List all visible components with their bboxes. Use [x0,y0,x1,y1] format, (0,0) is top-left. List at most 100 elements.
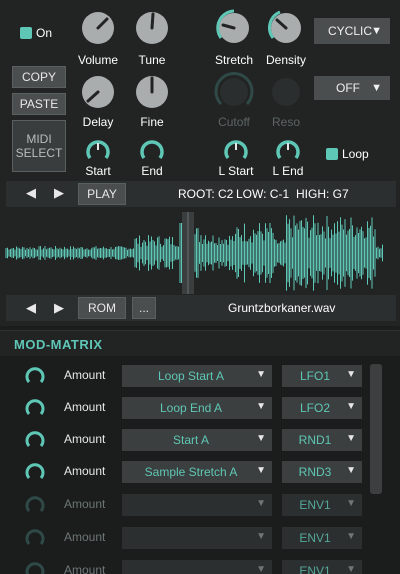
source-dropdown[interactable]: Loop End A ▼ [122,397,272,419]
filter-dropdown[interactable]: OFF ▼ [314,76,390,100]
start-knob[interactable] [84,136,112,164]
amount-knob[interactable] [24,560,46,574]
paste-button[interactable]: PASTE [12,93,66,115]
destination-value: LFO1 [299,369,330,383]
mod-matrix-row: Amount Start A ▼ RND1 ▼ [0,424,370,456]
stretch-knob[interactable] [214,8,254,48]
mode-value: CYCLIC [328,24,373,38]
mod-matrix-row: Amount ▼ ENV1 ▼ [0,522,370,554]
loop-label: Loop [342,147,369,161]
chevron-down-icon: ▼ [346,369,356,380]
amount-label: Amount [64,464,106,478]
density-knob[interactable] [266,8,306,48]
fine-knob[interactable] [134,74,170,110]
destination-value: ENV1 [299,498,331,512]
loop-checkbox[interactable] [326,148,338,160]
end-knob[interactable] [138,136,166,164]
density-label: Density [265,53,306,67]
cutoff-knob[interactable] [214,72,254,112]
scrollbar[interactable] [370,364,382,494]
mod-matrix-header: MOD-MATRIX [0,330,400,356]
end-label: End [141,164,163,178]
destination-dropdown[interactable]: RND3 ▼ [282,461,362,483]
chevron-down-icon: ▼ [256,433,266,444]
destination-dropdown[interactable]: RND1 ▼ [282,429,362,451]
reso-label: Reso [271,115,300,129]
source-dropdown[interactable]: ▼ [122,494,272,516]
destination-dropdown[interactable]: ENV1 ▼ [282,494,362,516]
source-dropdown[interactable]: ▼ [122,560,272,574]
power-label: On [36,26,53,40]
chevron-down-icon: ▼ [346,531,356,542]
destination-value: RND3 [298,465,332,479]
waveform-display[interactable] [4,212,396,294]
high-note: HIGH: G7 [296,187,349,201]
source-value: Loop End A [159,401,223,415]
prev-arrow-icon[interactable]: ◀ [26,185,36,201]
amount-label: Amount [64,497,106,511]
source-dropdown[interactable]: Loop Start A ▼ [122,365,272,387]
amount-knob[interactable] [24,397,46,419]
destination-dropdown[interactable]: ENV1 ▼ [282,560,362,574]
amount-label: Amount [64,432,106,446]
destination-dropdown[interactable]: ENV1 ▼ [282,527,362,549]
root-note: ROOT: C2 [178,187,234,201]
delay-knob[interactable] [80,74,116,110]
amount-knob[interactable] [24,429,46,451]
volume-knob[interactable] [80,10,116,46]
source-dropdown[interactable]: Start A ▼ [122,429,272,451]
mod-matrix-row: Amount Loop End A ▼ LFO2 ▼ [0,392,370,424]
chevron-down-icon: ▼ [371,82,382,94]
prev-file-icon[interactable]: ◀ [26,300,36,316]
fine-label: Fine [140,115,164,129]
source-value: Loop Start A [157,369,225,383]
destination-value: ENV1 [299,564,331,574]
rom-button[interactable]: ROM [78,297,126,319]
file-name: Gruntzborkaner.wav [228,301,336,315]
amount-knob[interactable] [24,365,46,387]
source-dropdown[interactable]: ▼ [122,527,272,549]
destination-value: LFO2 [299,401,330,415]
tune-label: Tune [138,53,166,67]
amount-knob[interactable] [24,527,46,549]
amount-label: Amount [64,563,106,574]
source-value: Sample Stretch A [144,465,238,479]
next-arrow-icon[interactable]: ▶ [54,185,64,201]
amount-label: Amount [64,400,106,414]
amount-knob[interactable] [24,461,46,483]
chevron-down-icon: ▼ [346,433,356,444]
chevron-down-icon: ▼ [346,564,356,574]
chevron-down-icon: ▼ [256,498,266,509]
chevron-down-icon: ▼ [256,564,266,574]
destination-dropdown[interactable]: LFO1 ▼ [282,365,362,387]
amount-label: Amount [64,368,106,382]
mode-dropdown[interactable]: CYCLIC ▼ [314,18,390,44]
file-bar [6,295,396,321]
next-file-icon[interactable]: ▶ [54,300,64,316]
reso-knob[interactable] [270,76,302,108]
tune-knob[interactable] [134,10,170,46]
mod-matrix-row: Amount Loop Start A ▼ LFO1 ▼ [0,360,370,392]
browse-button[interactable]: ... [132,297,156,319]
copy-button[interactable]: COPY [12,66,66,88]
chevron-down-icon: ▼ [346,465,356,476]
loop-end-knob[interactable] [274,136,302,164]
power-checkbox[interactable] [20,27,32,39]
mod-matrix-row: Amount Sample Stretch A ▼ RND3 ▼ [0,456,370,488]
amount-knob[interactable] [24,494,46,516]
chevron-down-icon: ▼ [256,369,266,380]
chevron-down-icon: ▼ [256,531,266,542]
source-dropdown[interactable]: Sample Stretch A ▼ [122,461,272,483]
mod-matrix-row: Amount ▼ ENV1 ▼ [0,555,370,574]
chevron-down-icon: ▼ [346,401,356,412]
loop-start-knob[interactable] [222,136,250,164]
low-note: LOW: C-1 [236,187,290,201]
chevron-down-icon: ▼ [256,401,266,412]
amount-label: Amount [64,530,106,544]
loop-end-label: L End [272,164,304,178]
destination-value: ENV1 [299,531,331,545]
destination-dropdown[interactable]: LFO2 ▼ [282,397,362,419]
play-button[interactable]: PLAY [78,183,126,205]
filter-value: OFF [336,81,360,95]
chevron-down-icon: ▼ [256,465,266,476]
